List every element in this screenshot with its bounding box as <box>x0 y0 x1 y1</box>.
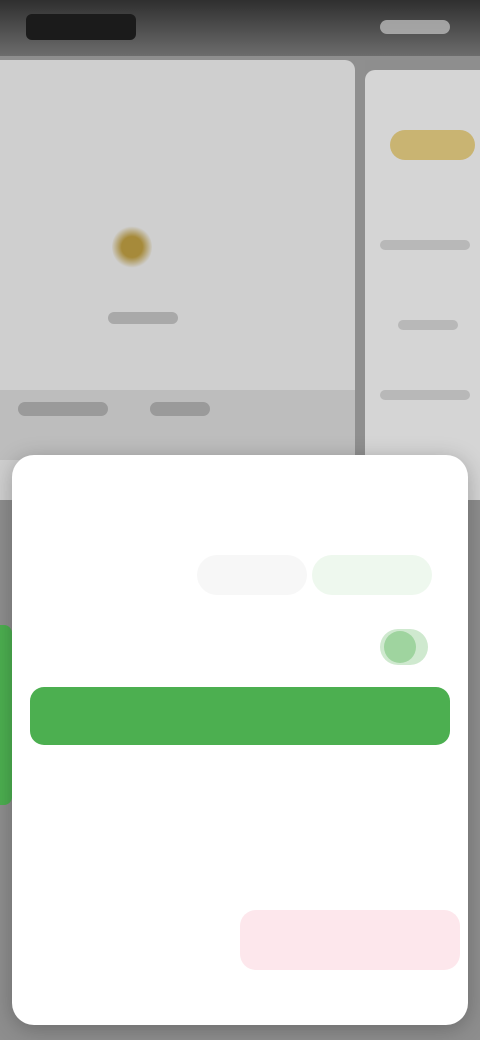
status-time <box>26 14 136 40</box>
segment-option-a[interactable] <box>197 555 307 595</box>
segment-option-b[interactable] <box>312 555 432 595</box>
background-badge <box>390 130 475 160</box>
background-label <box>150 402 210 416</box>
status-icons <box>380 20 450 34</box>
action-button-c[interactable] <box>52 910 227 970</box>
background-line <box>380 390 470 400</box>
toggle-knob <box>384 631 416 663</box>
bottom-sheet <box>12 455 468 1025</box>
status-bar <box>0 0 480 56</box>
background-caption <box>108 312 178 324</box>
background-divider <box>355 60 365 500</box>
background-line <box>398 320 458 330</box>
action-button-a[interactable] <box>52 827 227 887</box>
background-label <box>18 402 108 416</box>
background-strip <box>0 390 355 460</box>
edge-accent <box>0 625 12 805</box>
primary-button[interactable] <box>30 687 450 745</box>
loading-spinner-icon <box>112 225 152 269</box>
background-line <box>380 240 470 250</box>
sheet-title <box>32 493 102 511</box>
danger-button[interactable] <box>240 910 460 970</box>
action-button-b[interactable] <box>257 827 442 887</box>
